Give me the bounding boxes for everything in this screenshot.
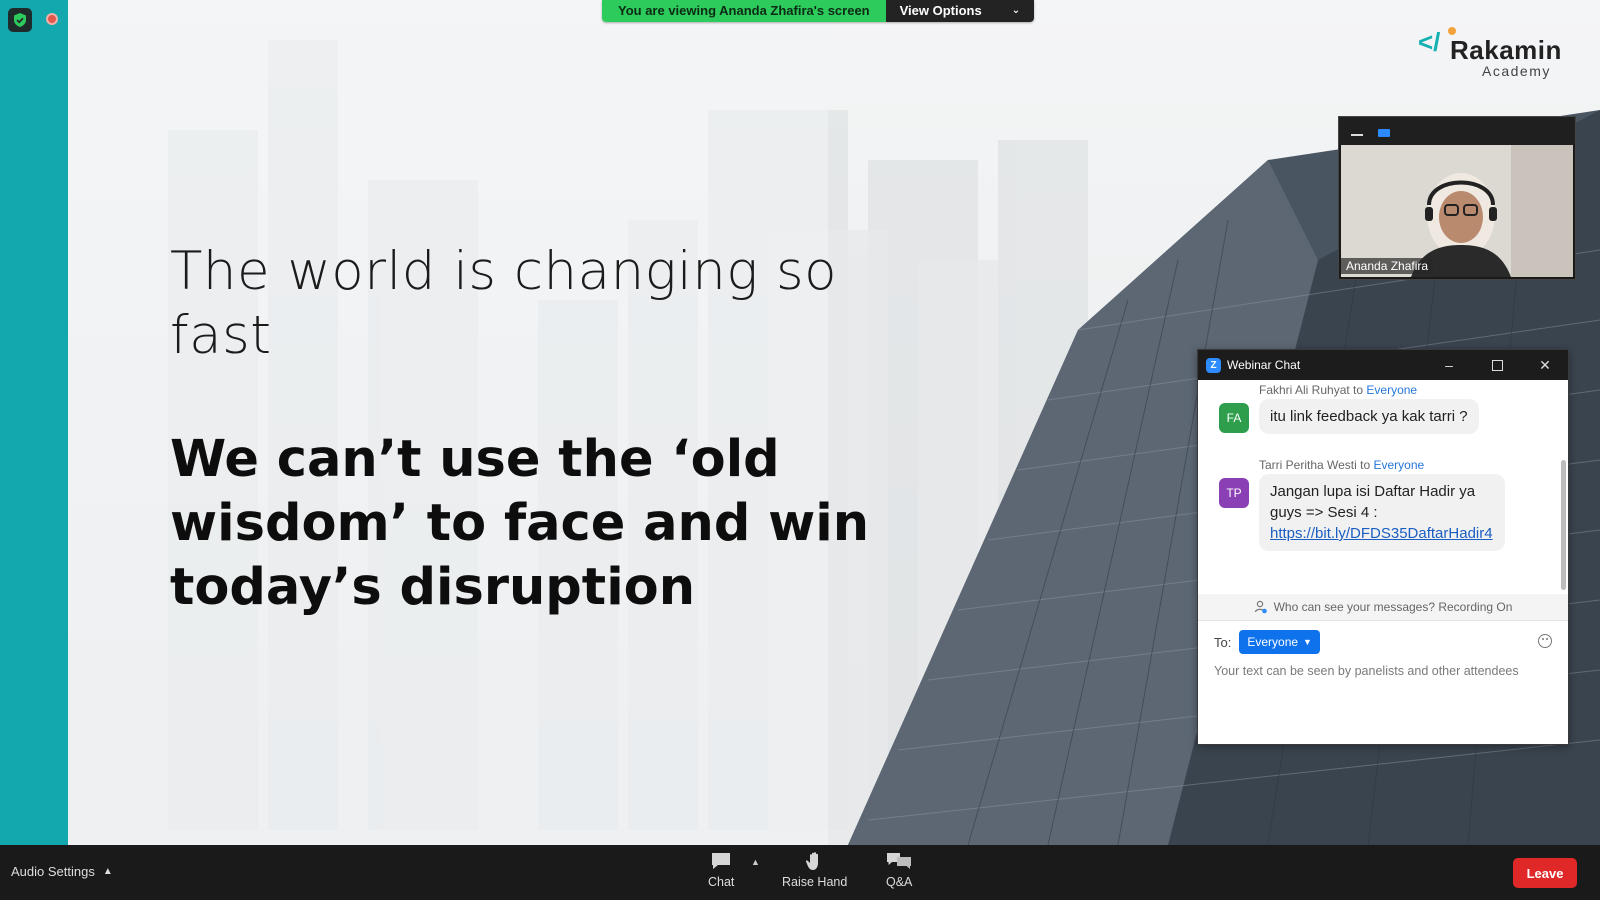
qa-label: Q&A	[886, 875, 913, 889]
rakamin-logo: </ Rakamin Academy	[1418, 25, 1568, 85]
privacy-notice[interactable]: Who can see your messages? Recording On	[1198, 594, 1568, 621]
avatar: FA	[1219, 403, 1249, 433]
message-header: Fakhri Ali Ruhyat to Everyone	[1259, 383, 1417, 397]
view-options-button[interactable]: View Options ⌄	[885, 0, 1035, 22]
leave-button[interactable]: Leave	[1513, 858, 1577, 888]
chevron-down-icon: ⌄	[1011, 5, 1021, 16]
message-sender: Tarri Peritha Westi	[1259, 458, 1357, 472]
minimize-icon[interactable]: –	[1426, 350, 1472, 380]
viewing-label: You are viewing Ananda Zhafira's screen	[602, 0, 886, 22]
qa-button[interactable]: Q&A	[886, 851, 912, 889]
chat-options-chevron-icon[interactable]: ▲	[751, 857, 760, 867]
recipient-select-value: Everyone	[1247, 635, 1299, 649]
message-link[interactable]: https://bit.ly/DFDS35DaftarHadir4	[1270, 525, 1493, 542]
raise-hand-label: Raise Hand	[782, 875, 848, 889]
chat-button[interactable]: Chat	[708, 851, 734, 889]
chat-title: Webinar Chat	[1227, 358, 1301, 372]
privacy-text: Who can see your messages? Recording On	[1273, 600, 1513, 614]
zoom-logo-icon: Z	[1206, 357, 1221, 373]
message-bubble: itu link feedback ya kak tarri ?	[1259, 399, 1479, 434]
person-privacy-icon	[1254, 600, 1267, 614]
message-recipient[interactable]: Everyone	[1366, 383, 1417, 397]
logo-dot-icon	[1448, 27, 1456, 35]
chat-titlebar[interactable]: Z Webinar Chat – ✕	[1198, 350, 1568, 380]
message-to-word: to	[1356, 458, 1374, 472]
chat-button-label: Chat	[708, 875, 735, 889]
message-to-word: to	[1349, 383, 1367, 397]
slide-heading: The world is changing so fast	[170, 241, 837, 366]
message-text: Jangan lupa isi Daftar Hadir ya guys => …	[1270, 483, 1476, 521]
close-icon[interactable]: ✕	[1522, 350, 1568, 380]
raise-hand-icon	[805, 852, 818, 870]
chevron-up-icon: ▲	[102, 866, 113, 877]
audio-settings-label: Audio Settings	[11, 864, 95, 879]
slide-subheading: We can’t use the ‘old wisdom’ to face an…	[170, 430, 870, 617]
audio-settings-button[interactable]: Audio Settings ▲	[11, 864, 113, 879]
meeting-toolbar: Audio Settings ▲ Chat ▲ Raise Hand Q&A L…	[0, 845, 1600, 900]
emoji-icon[interactable]	[1538, 634, 1552, 648]
maximize-icon[interactable]	[1474, 350, 1520, 380]
to-label: To:	[1214, 634, 1232, 650]
chat-messages-list[interactable]: Fakhri Ali Ruhyat to Everyone FA itu lin…	[1198, 380, 1568, 594]
webinar-chat-window[interactable]: Z Webinar Chat – ✕ Fakhri Ali Ruhyat to …	[1197, 349, 1569, 745]
chat-bubble-icon	[712, 853, 731, 869]
video-tile-titlebar	[1339, 117, 1575, 145]
qa-icon	[887, 853, 912, 869]
raise-hand-button[interactable]: Raise Hand	[782, 851, 847, 889]
message-bubble: Jangan lupa isi Daftar Hadir ya guys => …	[1259, 474, 1505, 551]
view-options-label: View Options	[899, 3, 982, 18]
participant-name: Ananda Zhafira	[1341, 258, 1434, 274]
logo-chevron-icon: </	[1418, 27, 1441, 57]
screen-share-banner: You are viewing Ananda Zhafira's screen …	[602, 0, 1035, 22]
switch-view-icon[interactable]	[1378, 129, 1390, 137]
chat-message-input[interactable]	[1214, 664, 1554, 724]
logo-subtitle: Academy	[1482, 63, 1551, 79]
message-header: Tarri Peritha Westi to Everyone	[1259, 458, 1424, 472]
left-sidebar-strip	[0, 0, 68, 845]
recipient-row: To: Everyone ▼	[1214, 630, 1320, 654]
minimize-video-icon[interactable]	[1351, 134, 1363, 136]
shield-icon[interactable]	[8, 8, 32, 32]
recipient-select[interactable]: Everyone ▼	[1239, 630, 1320, 654]
avatar: TP	[1219, 478, 1249, 508]
chat-scrollbar[interactable]	[1561, 460, 1566, 590]
message-recipient[interactable]: Everyone	[1374, 458, 1425, 472]
recording-indicator-icon	[46, 13, 58, 25]
chevron-down-icon: ▼	[1303, 637, 1312, 647]
logo-name: Rakamin	[1450, 35, 1562, 65]
message-sender: Fakhri Ali Ruhyat	[1259, 383, 1350, 397]
speaker-video-tile[interactable]: Ananda Zhafira	[1338, 116, 1576, 280]
